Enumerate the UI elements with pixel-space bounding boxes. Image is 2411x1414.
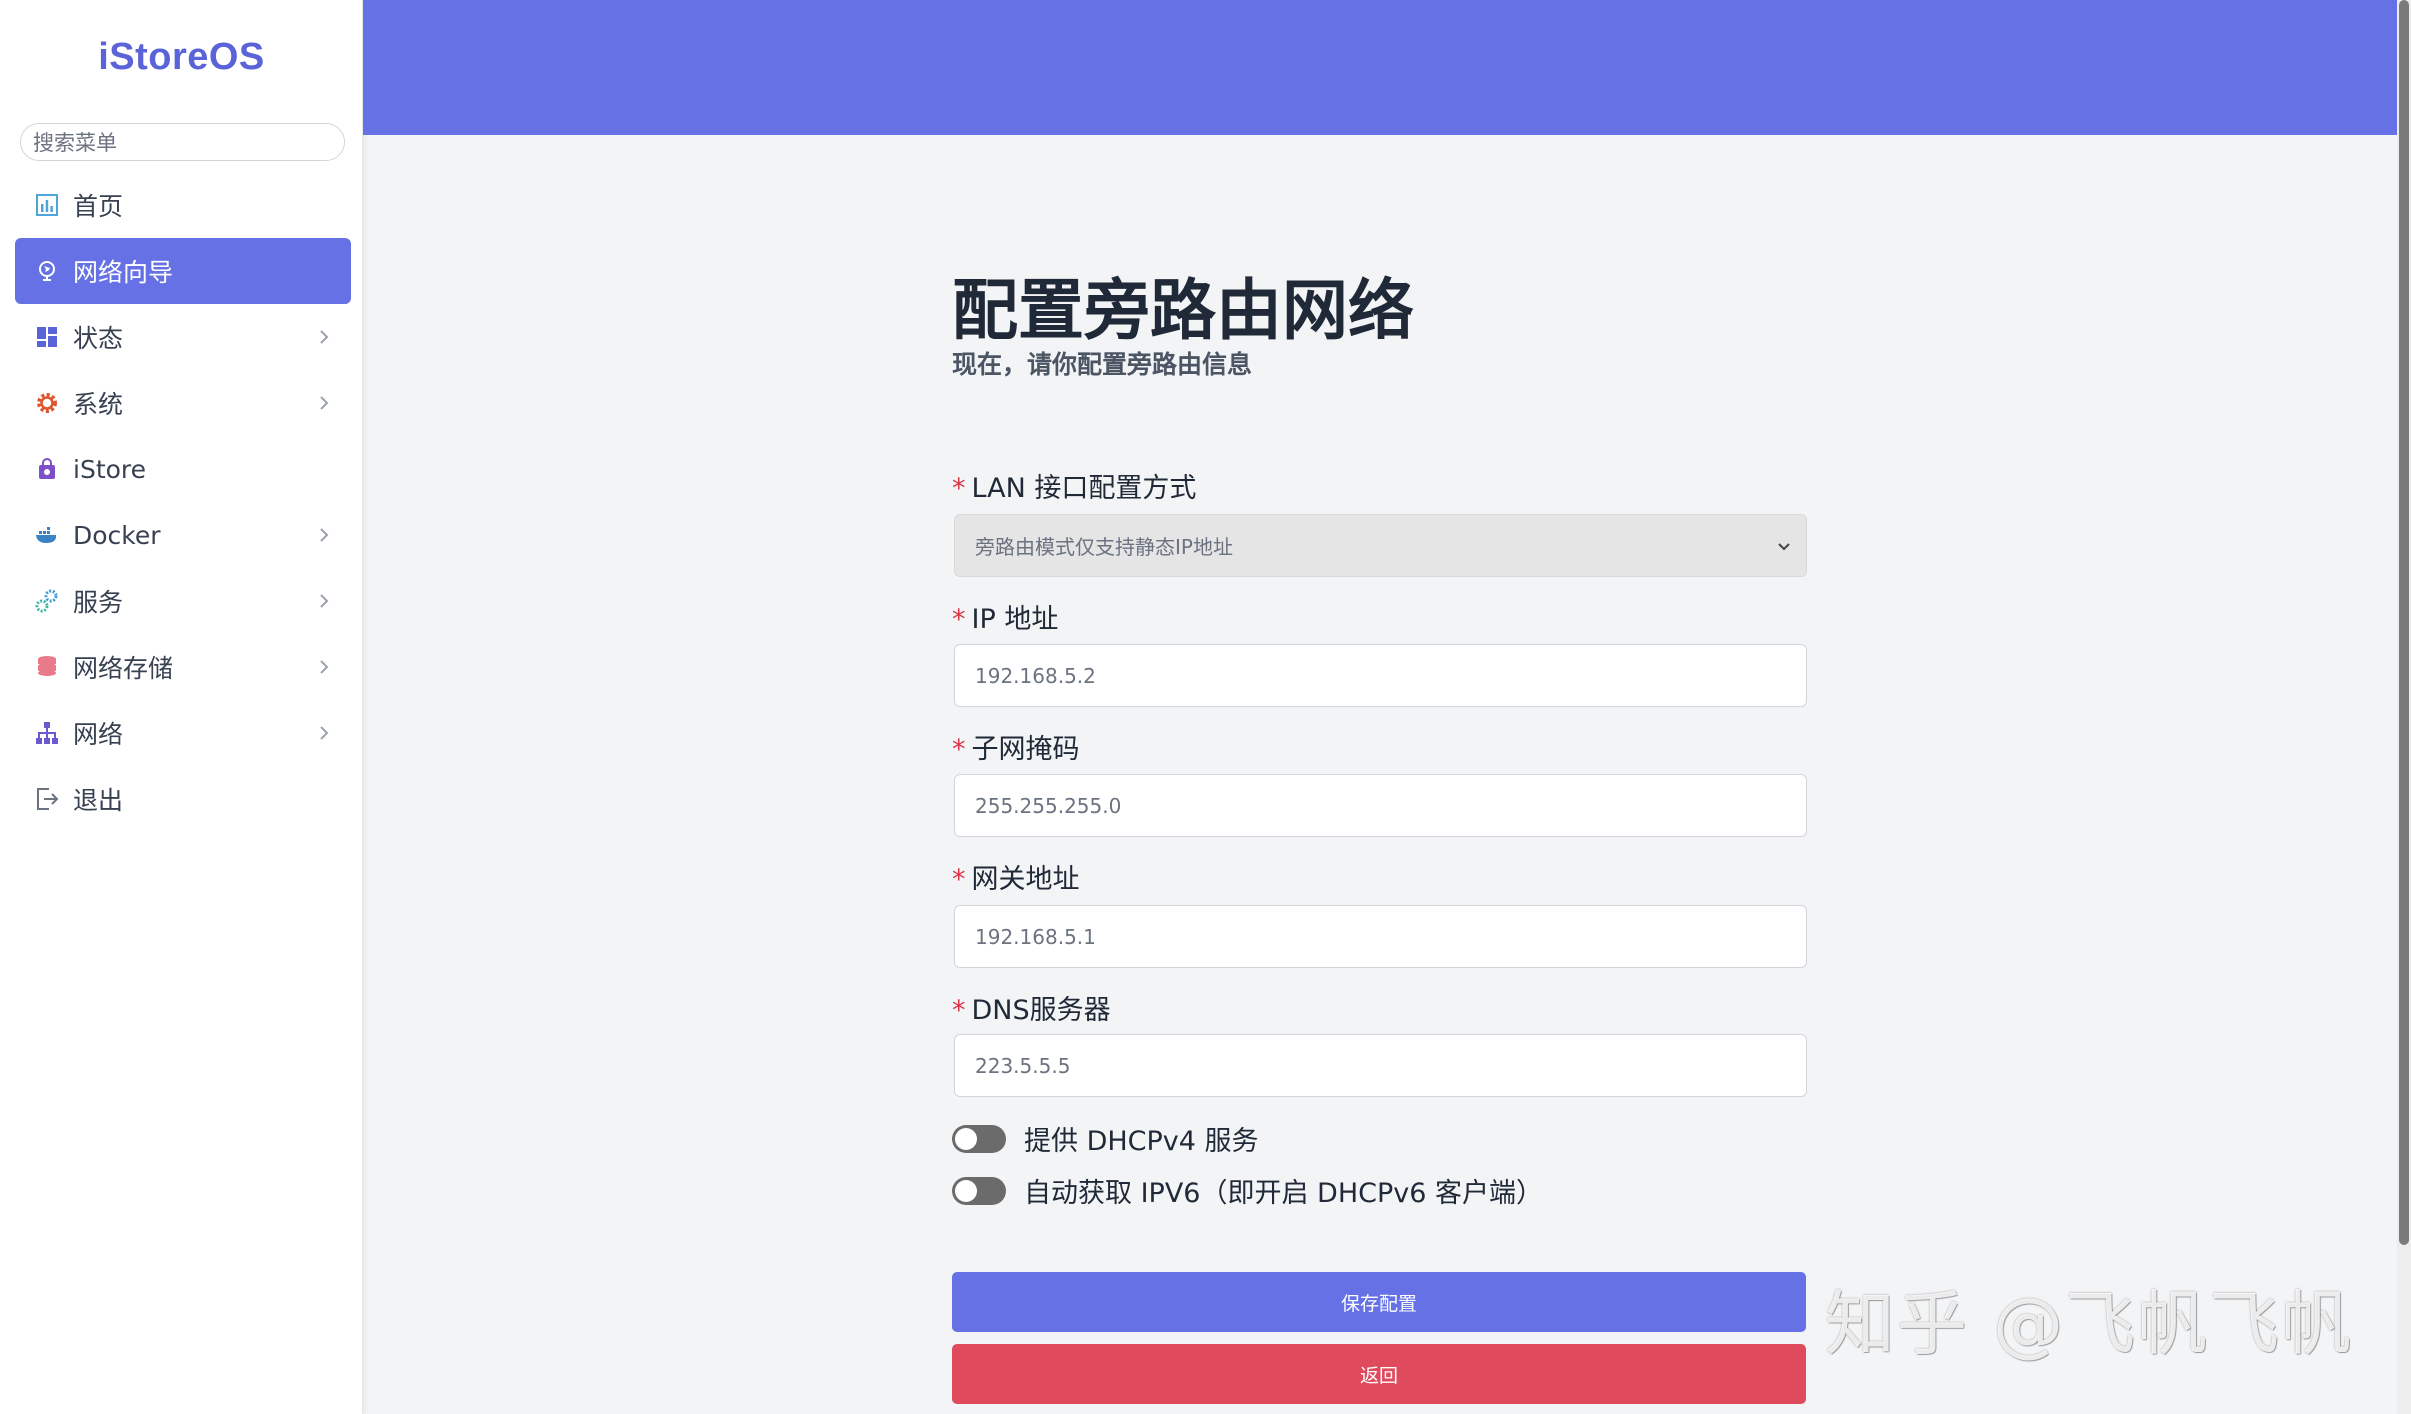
- ipv6-toggle[interactable]: [952, 1176, 1006, 1205]
- dashboard-icon: [33, 323, 61, 351]
- chevron-right-icon: [320, 528, 329, 542]
- chevron-down-icon: [1778, 542, 1790, 550]
- sidebar-item-label: 网络向导: [73, 258, 174, 287]
- required-marker: *: [952, 995, 966, 1026]
- sidebar-item-istore[interactable]: iStore: [15, 436, 351, 502]
- sidebar-item-docker[interactable]: Docker: [15, 502, 351, 568]
- chevron-right-icon: [320, 396, 329, 410]
- page-scrollbar[interactable]: [2397, 0, 2411, 1414]
- sidebar-item-services[interactable]: 服务: [15, 568, 351, 634]
- scrollbar-thumb[interactable]: [2399, 0, 2409, 1245]
- dhcpv4-toggle[interactable]: [952, 1124, 1006, 1153]
- lan-mode-select-value: 旁路由模式仅支持静态IP地址: [975, 535, 1233, 559]
- sidebar-item-label: Docker: [73, 520, 161, 550]
- chevron-right-icon: [320, 660, 329, 674]
- docker-icon: [33, 521, 61, 549]
- required-marker: *: [952, 604, 966, 635]
- sidebar-item-network-wizard[interactable]: 网络向导: [15, 238, 351, 304]
- lan-mode-label: * LAN 接口配置方式: [952, 473, 1197, 504]
- chevron-right-icon: [320, 726, 329, 740]
- ip-address-label: * IP 地址: [952, 604, 1059, 635]
- sidebar-item-label: 系统: [73, 390, 124, 419]
- gateway-label: * 网关地址: [952, 864, 1080, 895]
- gear-icon: [33, 389, 61, 417]
- toggle-knob: [955, 1127, 977, 1150]
- sidebar-item-label: 网络: [73, 720, 124, 749]
- sidebar-item-home[interactable]: 首页: [15, 172, 351, 238]
- network-icon: [33, 719, 61, 747]
- back-button[interactable]: 返回: [952, 1344, 1806, 1404]
- sidebar: iStoreOS 搜索菜单 首页 网络向导 状态 系统 iStore Docke…: [0, 0, 363, 1414]
- required-marker: *: [952, 864, 966, 895]
- sidebar-item-label: 退出: [73, 786, 124, 815]
- logout-icon: [33, 785, 61, 813]
- netmask-input[interactable]: 255.255.255.0: [954, 774, 1807, 837]
- dhcpv4-toggle-label: 提供 DHCPv4 服务: [1024, 1126, 1259, 1157]
- required-marker: *: [952, 734, 966, 765]
- sidebar-item-label: 服务: [73, 588, 124, 617]
- gateway-input[interactable]: 192.168.5.1: [954, 905, 1807, 968]
- app-logo[interactable]: iStoreOS: [0, 36, 363, 79]
- menu-search-input[interactable]: 搜索菜单: [20, 123, 345, 161]
- dhcpv4-toggle-row: 提供 DHCPv4 服务: [952, 1119, 1259, 1158]
- save-config-button[interactable]: 保存配置: [952, 1272, 1806, 1332]
- sidebar-item-label: 首页: [73, 192, 124, 221]
- top-header-bar: [363, 0, 2397, 135]
- ipv6-toggle-row: 自动获取 IPV6（即开启 DHCPv6 客户端）: [952, 1171, 1543, 1210]
- globe-icon: [33, 257, 61, 285]
- lan-mode-select[interactable]: 旁路由模式仅支持静态IP地址: [954, 514, 1807, 577]
- chevron-right-icon: [320, 594, 329, 608]
- chevron-right-icon: [320, 330, 329, 344]
- sidebar-item-status[interactable]: 状态: [15, 304, 351, 370]
- sidebar-item-network[interactable]: 网络: [15, 700, 351, 766]
- sidebar-item-label: iStore: [73, 454, 147, 484]
- ip-address-input[interactable]: 192.168.5.2: [954, 644, 1807, 707]
- page-subtitle: 现在，请你配置旁路由信息: [952, 350, 1253, 379]
- sidebar-item-logout[interactable]: 退出: [15, 766, 351, 832]
- netmask-label: * 子网掩码: [952, 734, 1080, 765]
- sidebar-item-network-storage[interactable]: 网络存储: [15, 634, 351, 700]
- bag-icon: [33, 455, 61, 483]
- sidebar-item-label: 状态: [73, 324, 124, 353]
- sidebar-item-label: 网络存储: [73, 654, 174, 683]
- chart-icon: [33, 191, 61, 219]
- dns-label: * DNS服务器: [952, 995, 1111, 1026]
- dns-input[interactable]: 223.5.5.5: [954, 1034, 1807, 1097]
- sidebar-item-system[interactable]: 系统: [15, 370, 351, 436]
- page-title: 配置旁路由网络: [952, 272, 1414, 349]
- watermark: 知乎 @飞帆飞帆: [1825, 1283, 2354, 1365]
- required-marker: *: [952, 473, 966, 504]
- database-icon: [33, 653, 61, 681]
- ipv6-toggle-label: 自动获取 IPV6（即开启 DHCPv6 客户端）: [1024, 1178, 1544, 1209]
- toggle-knob: [955, 1179, 977, 1202]
- sidebar-menu: 首页 网络向导 状态 系统 iStore Docker 服务 网络存储 网络 退…: [15, 172, 351, 832]
- cogs-icon: [33, 587, 61, 615]
